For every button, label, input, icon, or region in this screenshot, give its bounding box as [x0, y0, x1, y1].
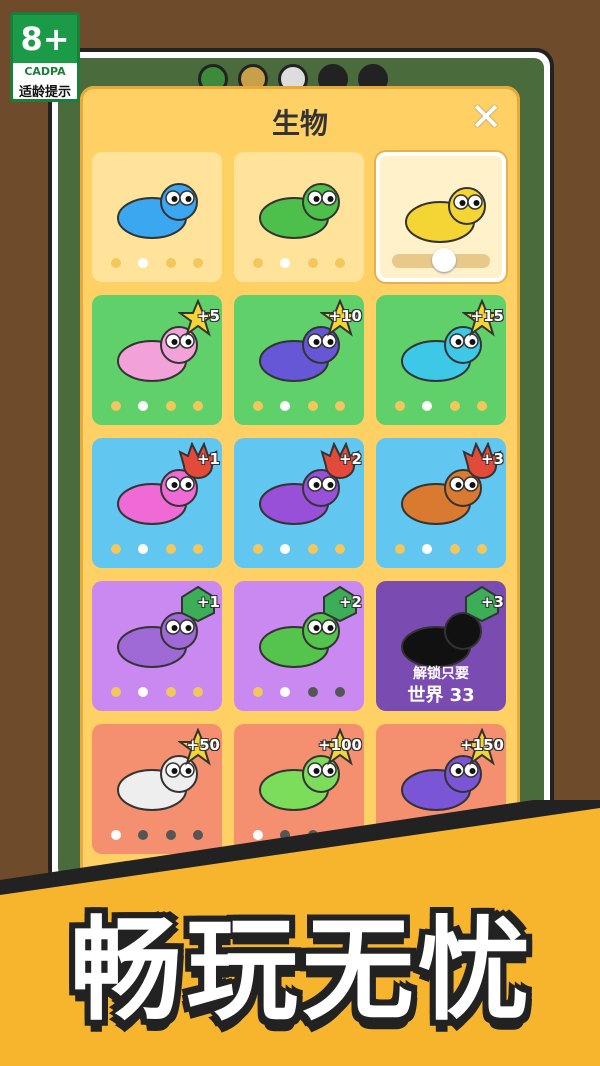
variant-dots [386, 544, 496, 554]
variant-dot[interactable] [477, 401, 488, 411]
variant-dot[interactable] [422, 401, 433, 411]
bonus-badge-label: +1 [196, 450, 220, 468]
variant-dots [244, 544, 354, 554]
variant-dot[interactable] [252, 687, 263, 697]
variant-dot[interactable] [138, 544, 149, 554]
variant-dot[interactable] [138, 258, 149, 268]
creature-card[interactable]: 解锁只要世界 33 +3 [376, 581, 506, 711]
variant-dot[interactable] [307, 258, 318, 268]
bonus-badge-label: +100 [318, 736, 362, 754]
creature-card[interactable]: +15 [376, 295, 506, 425]
variant-dot[interactable] [193, 401, 204, 411]
creature-card[interactable]: +2 [234, 581, 364, 711]
variant-dots [244, 687, 354, 697]
bonus-badge-label: +3 [480, 450, 504, 468]
bonus-badge-label: +2 [338, 450, 362, 468]
variant-dot[interactable] [280, 401, 291, 411]
variant-dots [386, 401, 496, 411]
variant-dot[interactable] [394, 544, 405, 554]
variant-dots [102, 401, 212, 411]
variant-dots [102, 258, 212, 268]
variant-dot[interactable] [307, 544, 318, 554]
variant-dot[interactable] [110, 258, 121, 268]
bonus-badge-label: +50 [186, 736, 220, 754]
bonus-badge-label: +3 [480, 593, 504, 611]
variant-dot[interactable] [110, 687, 121, 697]
variant-dot[interactable] [165, 544, 176, 554]
variant-dot[interactable] [110, 544, 121, 554]
variant-dots [102, 687, 212, 697]
variant-dot[interactable] [449, 401, 460, 411]
variant-dot[interactable] [138, 401, 149, 411]
variant-dot[interactable] [110, 401, 121, 411]
bonus-badge-label: +10 [328, 307, 362, 325]
variant-dot[interactable] [193, 258, 204, 268]
variant-dot[interactable] [307, 401, 318, 411]
variant-dot[interactable] [449, 544, 460, 554]
age-rating-badge: 8+ CADPA 适龄提示 [10, 12, 80, 102]
variant-dot[interactable] [165, 687, 176, 697]
variant-dot[interactable] [477, 544, 488, 554]
creature-card[interactable]: +1 [92, 581, 222, 711]
creature-card[interactable]: +2 [234, 438, 364, 568]
variant-dot[interactable] [252, 544, 263, 554]
variant-dot[interactable] [165, 258, 176, 268]
blue-cat-creature [117, 183, 198, 239]
variant-dot[interactable] [193, 544, 204, 554]
variant-dot[interactable] [252, 258, 263, 268]
creature-card[interactable]: +3 [376, 438, 506, 568]
bonus-badge-label: +5 [196, 307, 220, 325]
variant-dot[interactable] [335, 258, 346, 268]
variant-dots [244, 401, 354, 411]
creature-card[interactable] [376, 152, 506, 282]
variant-dot[interactable] [307, 687, 318, 697]
slider-knob[interactable] [432, 248, 456, 272]
variant-dot[interactable] [335, 687, 346, 697]
bonus-badge-label: +150 [460, 736, 504, 754]
creature-panel: 生物 ✕ +5 +10 +15 +1 +2 +3 +1 +2 解锁只要世界 33 +3 +50 +10… [80, 86, 520, 886]
creature-card[interactable] [234, 152, 364, 282]
age-rating-caption: 适龄提示 [18, 85, 71, 100]
variant-dots [244, 258, 354, 268]
close-button[interactable]: ✕ [468, 98, 504, 136]
variant-dots [102, 544, 212, 554]
variant-dot[interactable] [252, 401, 263, 411]
variant-dot[interactable] [165, 401, 176, 411]
variant-dot[interactable] [335, 401, 346, 411]
variant-dot[interactable] [280, 258, 291, 268]
variant-dot[interactable] [335, 544, 346, 554]
bonus-badge-label: +15 [470, 307, 504, 325]
age-rating-label: 8+ [13, 15, 77, 63]
bonus-badge-label: +1 [196, 593, 220, 611]
slogan-text: 畅玩无忧 [70, 906, 534, 1036]
variant-slider[interactable] [392, 248, 490, 272]
variant-dot[interactable] [280, 544, 291, 554]
yellow-rex-creature [405, 187, 486, 243]
unlock-world-label: 世界 33 [407, 685, 475, 706]
bonus-badge-label: +2 [338, 593, 362, 611]
creature-card[interactable] [92, 152, 222, 282]
variant-dot[interactable] [280, 687, 291, 697]
variant-dot[interactable] [422, 544, 433, 554]
variant-dot[interactable] [394, 401, 405, 411]
creature-card[interactable]: +10 [234, 295, 364, 425]
green-crab-creature [259, 183, 340, 239]
variant-dot[interactable] [138, 687, 149, 697]
creature-card[interactable]: +5 [92, 295, 222, 425]
age-rating-org: CADPA [24, 65, 66, 78]
unlock-hint-label: 解锁只要 [413, 666, 469, 682]
creature-card[interactable]: +1 [92, 438, 222, 568]
panel-title: 生物 [271, 107, 328, 140]
variant-dot[interactable] [193, 687, 204, 697]
